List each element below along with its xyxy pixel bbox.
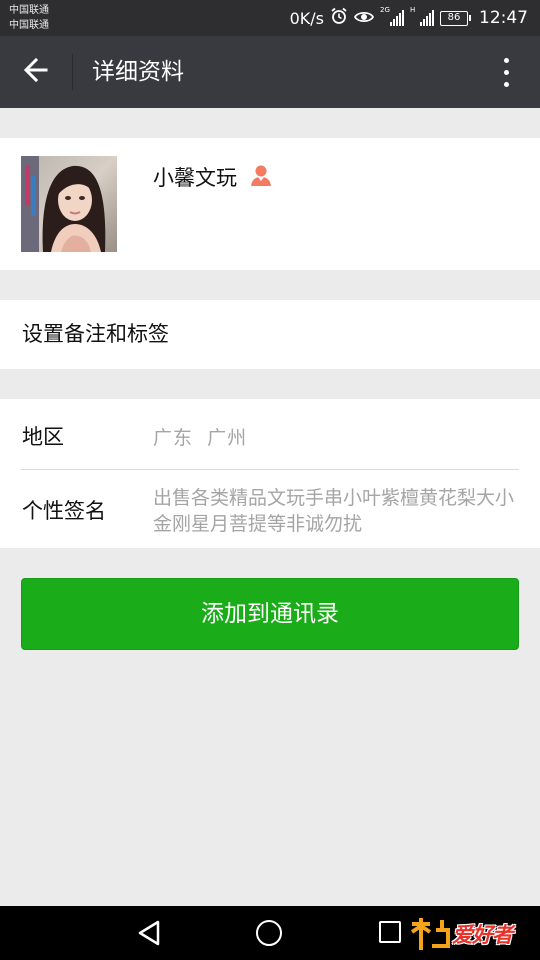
- back-button[interactable]: [14, 50, 58, 94]
- clock: 12:47: [479, 8, 528, 28]
- more-vertical-icon: [503, 57, 509, 63]
- carrier-2: 中国联通: [9, 20, 49, 31]
- signal-icon-2: H: [410, 6, 434, 26]
- watermark-text: 爱好者: [452, 923, 513, 947]
- app-header: 详细资料: [0, 36, 540, 108]
- arrow-left-icon: [22, 56, 50, 88]
- info-card: 地区 广东 广州 个性签名 出售各类精品文玩手串小叶紫檀黄花梨大小金刚星月菩提等…: [0, 399, 540, 548]
- signature-label: 个性签名: [22, 499, 106, 523]
- more-options-button[interactable]: [492, 52, 520, 92]
- carrier-1: 中国联通: [9, 5, 49, 16]
- signature-value: 出售各类精品文玩手串小叶紫檀黄花梨大小金刚星月菩提等非诚勿扰: [153, 487, 515, 535]
- nav-recent-apps-icon[interactable]: [379, 921, 401, 943]
- region-label: 地区: [22, 425, 64, 449]
- alarm-icon: [330, 7, 348, 29]
- status-icons: 0K/s 2G H 86 12:47: [290, 0, 528, 36]
- set-remark-tags-row[interactable]: 设置备注和标签: [0, 300, 540, 369]
- page-title: 详细资料: [92, 59, 184, 85]
- battery-icon: 86: [440, 10, 471, 26]
- header-divider: [72, 54, 73, 90]
- set-remark-tags-label: 设置备注和标签: [22, 322, 169, 346]
- nickname-row: 小馨文玩: [153, 162, 273, 192]
- battery-level: 86: [440, 10, 468, 26]
- nav-back-icon[interactable]: [136, 919, 162, 951]
- profile-card: 小馨文玩: [0, 138, 540, 270]
- region-value: 广东 广州: [153, 427, 248, 449]
- female-person-icon: [249, 163, 273, 191]
- signal-icon-1: 2G: [380, 6, 404, 26]
- eye-icon: [353, 9, 375, 28]
- net-speed: 0K/s: [289, 8, 324, 28]
- watermark-logo: 爱好者: [410, 914, 513, 954]
- row-divider: [21, 469, 519, 470]
- network-tag-2: H: [410, 6, 416, 14]
- watermark-mark: [410, 916, 452, 952]
- status-bar: 中国联通 中国联通 0K/s 2G H 86 12:47: [0, 0, 540, 36]
- network-tag-1: 2G: [380, 6, 390, 14]
- avatar[interactable]: [21, 156, 117, 252]
- carrier-info: 中国联通 中国联通: [9, 3, 49, 33]
- nav-home-icon[interactable]: [256, 920, 282, 946]
- add-to-contacts-button[interactable]: 添加到通讯录: [21, 578, 519, 650]
- nickname: 小馨文玩: [153, 166, 237, 190]
